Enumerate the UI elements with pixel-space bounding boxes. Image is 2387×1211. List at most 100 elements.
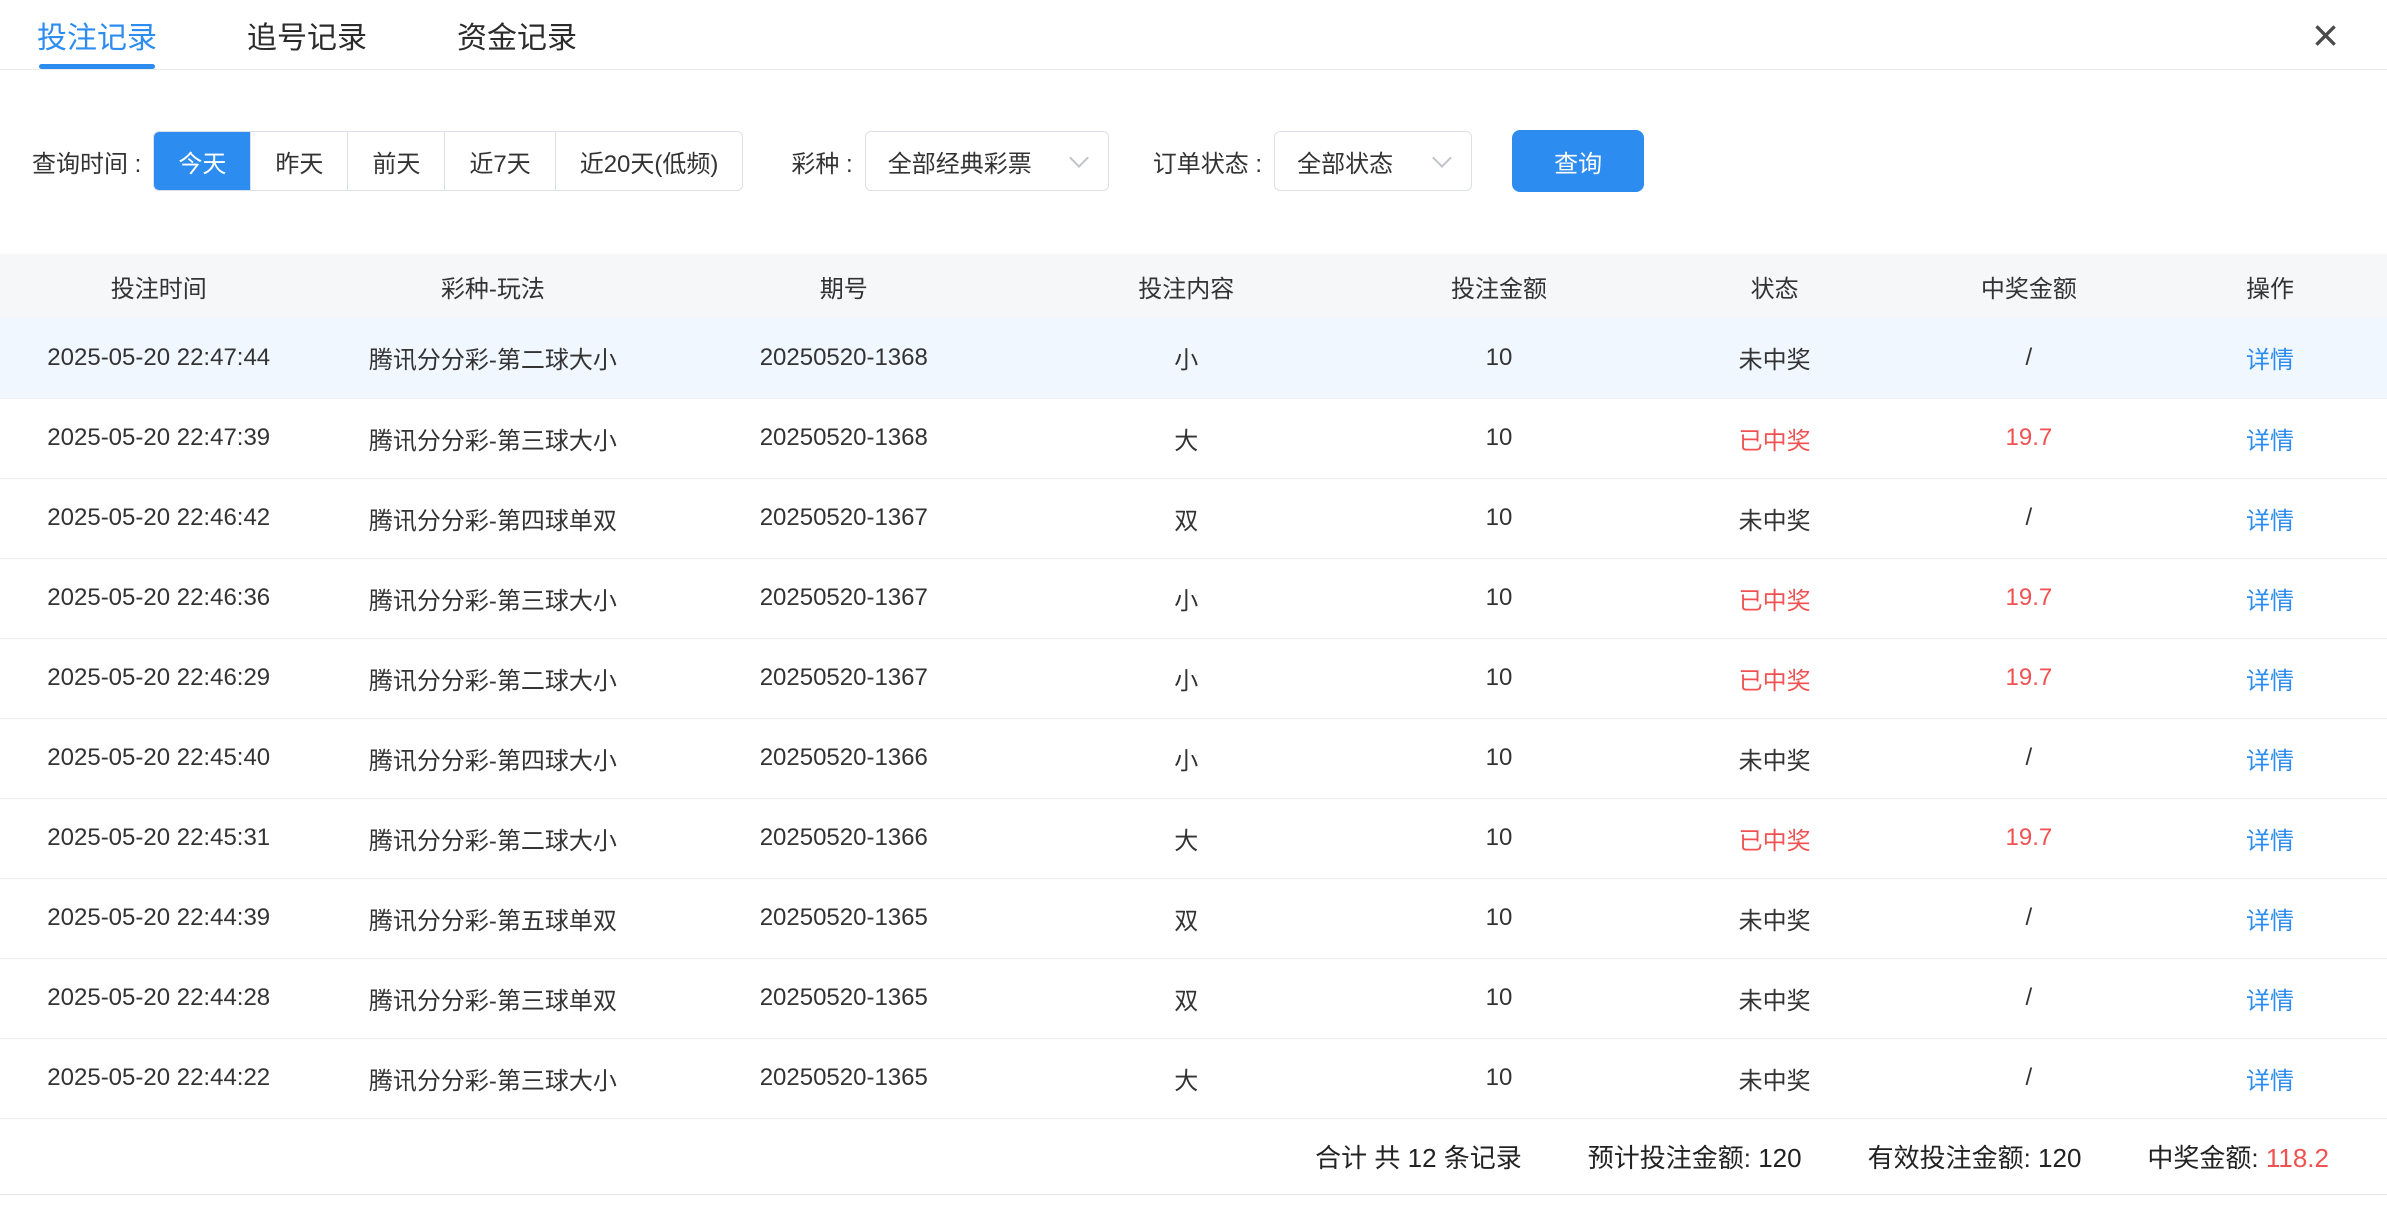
col-header-bet-content: 投注内容 — [1019, 254, 1353, 318]
close-icon[interactable]: × — [2312, 12, 2339, 58]
lottery-select-value: 全部经典彩票 — [888, 144, 1032, 179]
cell-game-play: 腾讯分分彩-第三球大小 — [317, 398, 668, 478]
detail-link[interactable]: 详情 — [2246, 908, 2294, 935]
tab-bet-records[interactable]: 投注记录 — [37, 0, 157, 69]
table-row: 2025-05-20 22:45:40 腾讯分分彩-第四球大小 20250520… — [0, 718, 2387, 798]
cell-bet-content: 小 — [1019, 638, 1353, 718]
table-row: 2025-05-20 22:46:42 腾讯分分彩-第四球单双 20250520… — [0, 478, 2387, 558]
cell-issue: 20250520-1367 — [668, 558, 1019, 638]
detail-link[interactable]: 详情 — [2246, 988, 2294, 1015]
detail-link[interactable]: 详情 — [2246, 428, 2294, 455]
cell-bet-amount: 10 — [1353, 638, 1644, 718]
order-status-select-value: 全部状态 — [1297, 144, 1393, 179]
cell-bet-amount: 10 — [1353, 718, 1644, 798]
cell-game-play: 腾讯分分彩-第四球大小 — [317, 718, 668, 798]
cell-prize-amount: / — [1905, 718, 2153, 798]
cell-issue: 20250520-1365 — [668, 878, 1019, 958]
order-status-filter-label: 订单状态 : — [1153, 144, 1262, 179]
cell-status: 未中奖 — [1645, 878, 1905, 958]
cell-action: 详情 — [2153, 638, 2387, 718]
time-option-last-20-days[interactable]: 近20天(低频) — [556, 132, 743, 190]
cell-status: 未中奖 — [1645, 478, 1905, 558]
lottery-filter-label: 彩种 : — [791, 144, 852, 179]
summary-valid-bet-amount: 有效投注金额: 120 — [1868, 1138, 2082, 1175]
summary-prize-label: 中奖金额: — [2147, 1143, 2265, 1173]
query-button[interactable]: 查询 — [1512, 130, 1644, 192]
cell-status: 未中奖 — [1645, 718, 1905, 798]
detail-link[interactable]: 详情 — [2246, 508, 2294, 535]
cell-bet-time: 2025-05-20 22:44:28 — [0, 958, 317, 1038]
cell-game-play: 腾讯分分彩-第二球大小 — [317, 638, 668, 718]
time-filter-label: 查询时间 : — [32, 144, 141, 179]
detail-link[interactable]: 详情 — [2246, 668, 2294, 695]
time-option-today[interactable]: 今天 — [154, 132, 251, 190]
cell-status: 未中奖 — [1645, 1038, 1905, 1118]
cell-prize-amount: 19.7 — [1905, 398, 2153, 478]
cell-bet-amount: 10 — [1353, 958, 1644, 1038]
cell-issue: 20250520-1365 — [668, 1038, 1019, 1118]
cell-status: 已中奖 — [1645, 638, 1905, 718]
time-option-day-before[interactable]: 前天 — [348, 132, 445, 190]
col-header-prize-amount: 中奖金额 — [1905, 254, 2153, 318]
cell-bet-content: 双 — [1019, 958, 1353, 1038]
cell-status: 已中奖 — [1645, 798, 1905, 878]
cell-bet-amount: 10 — [1353, 558, 1644, 638]
table-body: 2025-05-20 22:47:44 腾讯分分彩-第二球大小 20250520… — [0, 318, 2387, 1118]
cell-action: 详情 — [2153, 558, 2387, 638]
cell-bet-content: 双 — [1019, 478, 1353, 558]
cell-bet-content: 大 — [1019, 798, 1353, 878]
cell-action: 详情 — [2153, 798, 2387, 878]
cell-prize-amount: / — [1905, 958, 2153, 1038]
cell-bet-time: 2025-05-20 22:45:40 — [0, 718, 317, 798]
cell-action: 详情 — [2153, 718, 2387, 798]
summary-prize-value: 118.2 — [2266, 1143, 2329, 1173]
cell-action: 详情 — [2153, 398, 2387, 478]
cell-prize-amount: / — [1905, 318, 2153, 398]
cell-issue: 20250520-1368 — [668, 318, 1019, 398]
summary-expected-bet-amount: 预计投注金额: 120 — [1588, 1138, 1802, 1175]
detail-link[interactable]: 详情 — [2246, 588, 2294, 615]
cell-prize-amount: 19.7 — [1905, 798, 2153, 878]
cell-bet-content: 小 — [1019, 558, 1353, 638]
cell-bet-time: 2025-05-20 22:46:29 — [0, 638, 317, 718]
summary-prize-amount: 中奖金额: 118.2 — [2147, 1138, 2329, 1175]
bet-records-panel: 投注记录 追号记录 资金记录 × 查询时间 : 今天 昨天 前天 近7天 近20… — [0, 0, 2387, 1211]
cell-action: 详情 — [2153, 318, 2387, 398]
order-status-select[interactable]: 全部状态 — [1274, 131, 1472, 191]
cell-status: 未中奖 — [1645, 318, 1905, 398]
tab-fund-records[interactable]: 资金记录 — [457, 0, 577, 69]
cell-game-play: 腾讯分分彩-第五球单双 — [317, 878, 668, 958]
cell-action: 详情 — [2153, 478, 2387, 558]
cell-prize-amount: 19.7 — [1905, 638, 2153, 718]
cell-bet-amount: 10 — [1353, 318, 1644, 398]
cell-action: 详情 — [2153, 958, 2387, 1038]
detail-link[interactable]: 详情 — [2246, 828, 2294, 855]
time-option-yesterday[interactable]: 昨天 — [251, 132, 348, 190]
chevron-down-icon — [1069, 148, 1089, 168]
table-row: 2025-05-20 22:46:29 腾讯分分彩-第二球大小 20250520… — [0, 638, 2387, 718]
table-row: 2025-05-20 22:47:39 腾讯分分彩-第三球大小 20250520… — [0, 398, 2387, 478]
cell-game-play: 腾讯分分彩-第四球单双 — [317, 478, 668, 558]
lottery-select[interactable]: 全部经典彩票 — [865, 131, 1109, 191]
cell-issue: 20250520-1367 — [668, 638, 1019, 718]
cell-game-play: 腾讯分分彩-第三球大小 — [317, 558, 668, 638]
cell-status: 已中奖 — [1645, 398, 1905, 478]
cell-bet-time: 2025-05-20 22:47:39 — [0, 398, 317, 478]
detail-link[interactable]: 详情 — [2246, 1068, 2294, 1095]
table-row: 2025-05-20 22:46:36 腾讯分分彩-第三球大小 20250520… — [0, 558, 2387, 638]
cell-bet-amount: 10 — [1353, 798, 1644, 878]
table-row: 2025-05-20 22:44:22 腾讯分分彩-第三球大小 20250520… — [0, 1038, 2387, 1118]
table-row: 2025-05-20 22:44:39 腾讯分分彩-第五球单双 20250520… — [0, 878, 2387, 958]
table-header-row: 投注时间 彩种-玩法 期号 投注内容 投注金额 状态 中奖金额 操作 — [0, 254, 2387, 318]
table-row: 2025-05-20 22:47:44 腾讯分分彩-第二球大小 20250520… — [0, 318, 2387, 398]
detail-link[interactable]: 详情 — [2246, 347, 2294, 374]
time-option-last-7-days[interactable]: 近7天 — [445, 132, 555, 190]
tab-chase-records[interactable]: 追号记录 — [247, 0, 367, 69]
tab-bar: 投注记录 追号记录 资金记录 × — [0, 0, 2387, 70]
detail-link[interactable]: 详情 — [2246, 748, 2294, 775]
cell-bet-time: 2025-05-20 22:44:22 — [0, 1038, 317, 1118]
col-header-status: 状态 — [1645, 254, 1905, 318]
cell-bet-time: 2025-05-20 22:47:44 — [0, 318, 317, 398]
summary-bar: 合计 共 12 条记录 预计投注金额: 120 有效投注金额: 120 中奖金额… — [0, 1119, 2387, 1195]
cell-game-play: 腾讯分分彩-第三球大小 — [317, 1038, 668, 1118]
